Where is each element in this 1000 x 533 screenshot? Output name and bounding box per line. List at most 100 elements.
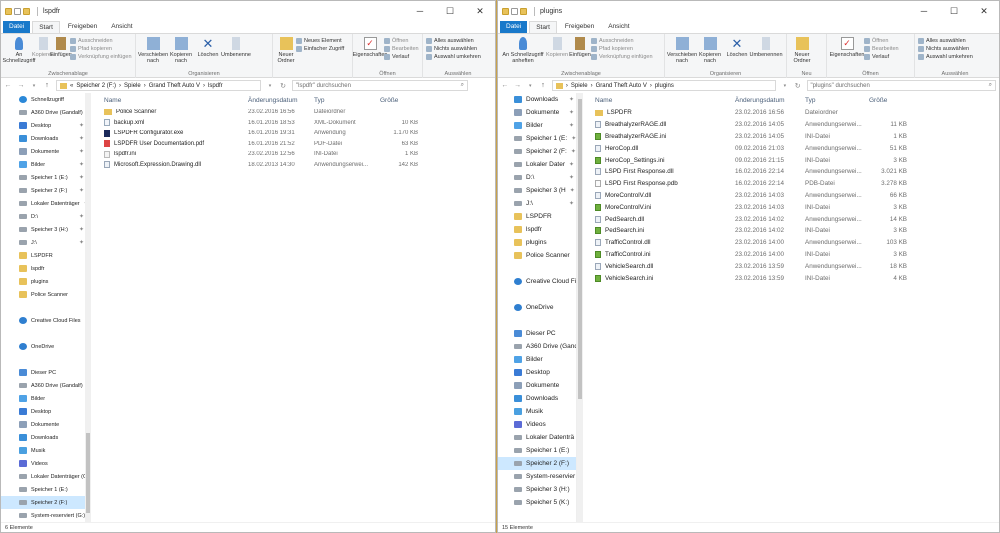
cut-button[interactable]: Ausschneiden: [591, 37, 653, 44]
nav-item[interactable]: Desktop: [1, 405, 88, 418]
nav-item[interactable]: Lokaler Datenträger (C: [1, 470, 88, 483]
nav-item[interactable]: Speicher 3 (H ✦: [498, 184, 576, 197]
file-row[interactable]: HeroCop.dll 09.02.2016 21:03 Anwendungserw…: [591, 142, 995, 154]
new-folder-quick-icon[interactable]: [520, 7, 527, 15]
file-row[interactable]: TrafficControl.dll 23.02.2016 14:00 Anwend…: [591, 237, 995, 249]
address-dropdown-icon[interactable]: ▾: [781, 83, 789, 89]
nav-item[interactable]: Speicher 1 (E:) ✦: [1, 171, 88, 184]
breadcrumb-item[interactable]: Speicher 2 (F:): [76, 83, 116, 89]
scroll-thumb[interactable]: [578, 99, 582, 399]
column-header-type[interactable]: Typ: [801, 97, 865, 104]
nav-item[interactable]: Police Scanner: [498, 249, 576, 262]
nav-item[interactable]: Musik: [1, 444, 88, 457]
file-row[interactable]: LSPDFR Configurator.exe 16.01.2016 19:31 A…: [100, 128, 491, 139]
nav-item[interactable]: Speicher 1 (E:): [498, 444, 576, 457]
breadcrumb-item[interactable]: Spiele: [571, 83, 588, 89]
nav-item[interactable]: Speicher 3 (H:) ✦: [1, 223, 88, 236]
nav-item[interactable]: Desktop: [498, 366, 576, 379]
nav-item[interactable]: Downloads ✦: [498, 93, 576, 106]
nav-item[interactable]: Downloads ✦: [1, 132, 88, 145]
back-arrow-icon[interactable]: ←: [501, 82, 509, 89]
nav-item[interactable]: Speicher 1 (E: ✦: [498, 132, 576, 145]
nav-item[interactable]: Speicher 2 (F:) ✦: [1, 184, 88, 197]
nav-item[interactable]: Musik: [498, 405, 576, 418]
nav-item[interactable]: Speicher 2 (F:): [1, 496, 88, 509]
select-none-button[interactable]: Nichts auswählen: [426, 45, 481, 52]
address-bar[interactable]: › Spiele › Grand Theft Auto V › plugins: [551, 80, 777, 91]
column-header-date[interactable]: Änderungsdatum: [244, 97, 310, 104]
back-arrow-icon[interactable]: ←: [4, 82, 12, 89]
file-row[interactable]: VehicleSearch.ini 23.02.2016 13:59 INI-Dat…: [591, 272, 995, 284]
new-folder-quick-icon[interactable]: [23, 7, 30, 15]
file-row[interactable]: PedSearch.dll 23.02.2016 14:02 Anwendungse…: [591, 213, 995, 225]
nav-item[interactable]: Schnellzugriff: [1, 93, 88, 106]
close-button[interactable]: ✕: [969, 1, 999, 21]
file-row[interactable]: LSPD First Response.pdb 16.02.2016 22:14 P…: [591, 178, 995, 190]
open-button[interactable]: Öffnen: [864, 37, 899, 44]
recent-chevron-icon[interactable]: ▾: [30, 83, 38, 89]
nav-item[interactable]: Desktop ✦: [1, 119, 88, 132]
nav-item[interactable]: Dokumente ✦: [1, 145, 88, 158]
file-row[interactable]: Microsoft.Expression.Drawing.dll 18.02.20…: [100, 160, 491, 171]
forward-arrow-icon[interactable]: →: [17, 82, 25, 89]
nav-item[interactable]: Speicher 2 (F:): [498, 457, 576, 470]
new-folder-button[interactable]: Neuer Ordner: [276, 35, 296, 77]
file-row[interactable]: LSPDFR 23.02.2016 16:56 Dateiordner: [591, 107, 995, 119]
nav-item[interactable]: LSPDFR: [498, 210, 576, 223]
nav-item[interactable]: Creative Cloud Files: [1, 314, 88, 327]
refresh-icon[interactable]: ↻: [279, 82, 287, 90]
nav-item[interactable]: Bilder: [1, 392, 88, 405]
column-header-name[interactable]: Name: [591, 97, 731, 104]
search-input[interactable]: "lspdfr" durchsuchen ⌕: [292, 80, 468, 91]
nav-item[interactable]: Speicher 5 (K:): [498, 496, 576, 509]
nav-item[interactable]: Lokaler Dater ✦: [498, 158, 576, 171]
new-item-button[interactable]: Neues Element: [296, 37, 344, 44]
column-header-name[interactable]: Name: [100, 97, 244, 104]
nav-item[interactable]: A360 Drive (Gandalf): [1, 379, 88, 392]
nav-item[interactable]: Creative Cloud File: [498, 275, 576, 288]
invert-selection-button[interactable]: Auswahl umkehren: [426, 53, 481, 60]
nav-item[interactable]: Downloads: [1, 431, 88, 444]
nav-item[interactable]: A360 Drive (Gand: [498, 340, 576, 353]
file-row[interactable]: LSPD First Response.dll 16.02.2016 22:14 A…: [591, 166, 995, 178]
file-row[interactable]: Police Scanner 23.02.2016 16:56 Dateiordne…: [100, 107, 491, 118]
address-bar[interactable]: « Speicher 2 (F:) › Spiele › Grand Theft A…: [56, 80, 261, 91]
tab-start[interactable]: Start: [32, 21, 60, 33]
nav-item[interactable]: Dokumente: [1, 418, 88, 431]
edit-button[interactable]: Bearbeiten: [384, 45, 419, 52]
nav-item[interactable]: A360 Drive (Gandalf)✦: [1, 106, 88, 119]
file-row[interactable]: HeroCop_Settings.ini 09.02.2016 21:15 INI-…: [591, 154, 995, 166]
tab-view[interactable]: Ansicht: [602, 21, 635, 33]
maximize-button[interactable]: ☐: [939, 1, 969, 21]
nav-item[interactable]: Dokumente: [498, 379, 576, 392]
nav-scrollbar[interactable]: [577, 93, 583, 523]
nav-item[interactable]: Bilder ✦: [1, 158, 88, 171]
copy-path-button[interactable]: Pfad kopieren: [70, 45, 132, 52]
file-row[interactable]: VehicleSearch.dll 23.02.2016 13:59 Anwendu…: [591, 260, 995, 272]
up-arrow-icon[interactable]: ↑: [43, 82, 51, 89]
nav-item[interactable]: System-reserviert (G:): [1, 509, 88, 522]
up-arrow-icon[interactable]: ↑: [539, 82, 547, 89]
paste-shortcut-button[interactable]: Verknüpfung einfügen: [70, 53, 132, 60]
nav-item[interactable]: OneDrive: [498, 301, 576, 314]
breadcrumb-item[interactable]: Grand Theft Auto V: [149, 83, 200, 89]
nav-item[interactable]: LSPDFR: [1, 249, 88, 262]
nav-item[interactable]: Dokumente ✦: [498, 106, 576, 119]
copy-path-button[interactable]: Pfad kopieren: [591, 45, 653, 52]
nav-item[interactable]: Dieser PC: [498, 327, 576, 340]
refresh-icon[interactable]: ↻: [794, 82, 802, 90]
nav-item[interactable]: lspdfr: [498, 223, 576, 236]
nav-item[interactable]: Bilder: [498, 353, 576, 366]
nav-item[interactable]: plugins: [498, 236, 576, 249]
nav-item[interactable]: D:\ ✦: [1, 210, 88, 223]
file-row[interactable]: PedSearch.ini 23.02.2016 14:02 INI-Datei 3 …: [591, 225, 995, 237]
file-row[interactable]: LSPDFR User Documentation.pdf 16.01.2016 …: [100, 139, 491, 150]
nav-item[interactable]: plugins: [1, 275, 88, 288]
close-button[interactable]: ✕: [465, 1, 495, 21]
file-row[interactable]: MoreControlV.ini 23.02.2016 14:03 INI-Date…: [591, 201, 995, 213]
file-row[interactable]: BreathalyzerRAGE.dll 23.02.2016 14:05 Anwe…: [591, 119, 995, 131]
easy-access-button[interactable]: Einfacher Zugriff: [296, 45, 344, 52]
paste-shortcut-button[interactable]: Verknüpfung einfügen: [591, 53, 653, 60]
nav-item[interactable]: Videos: [1, 457, 88, 470]
nav-item[interactable]: OneDrive: [1, 340, 88, 353]
